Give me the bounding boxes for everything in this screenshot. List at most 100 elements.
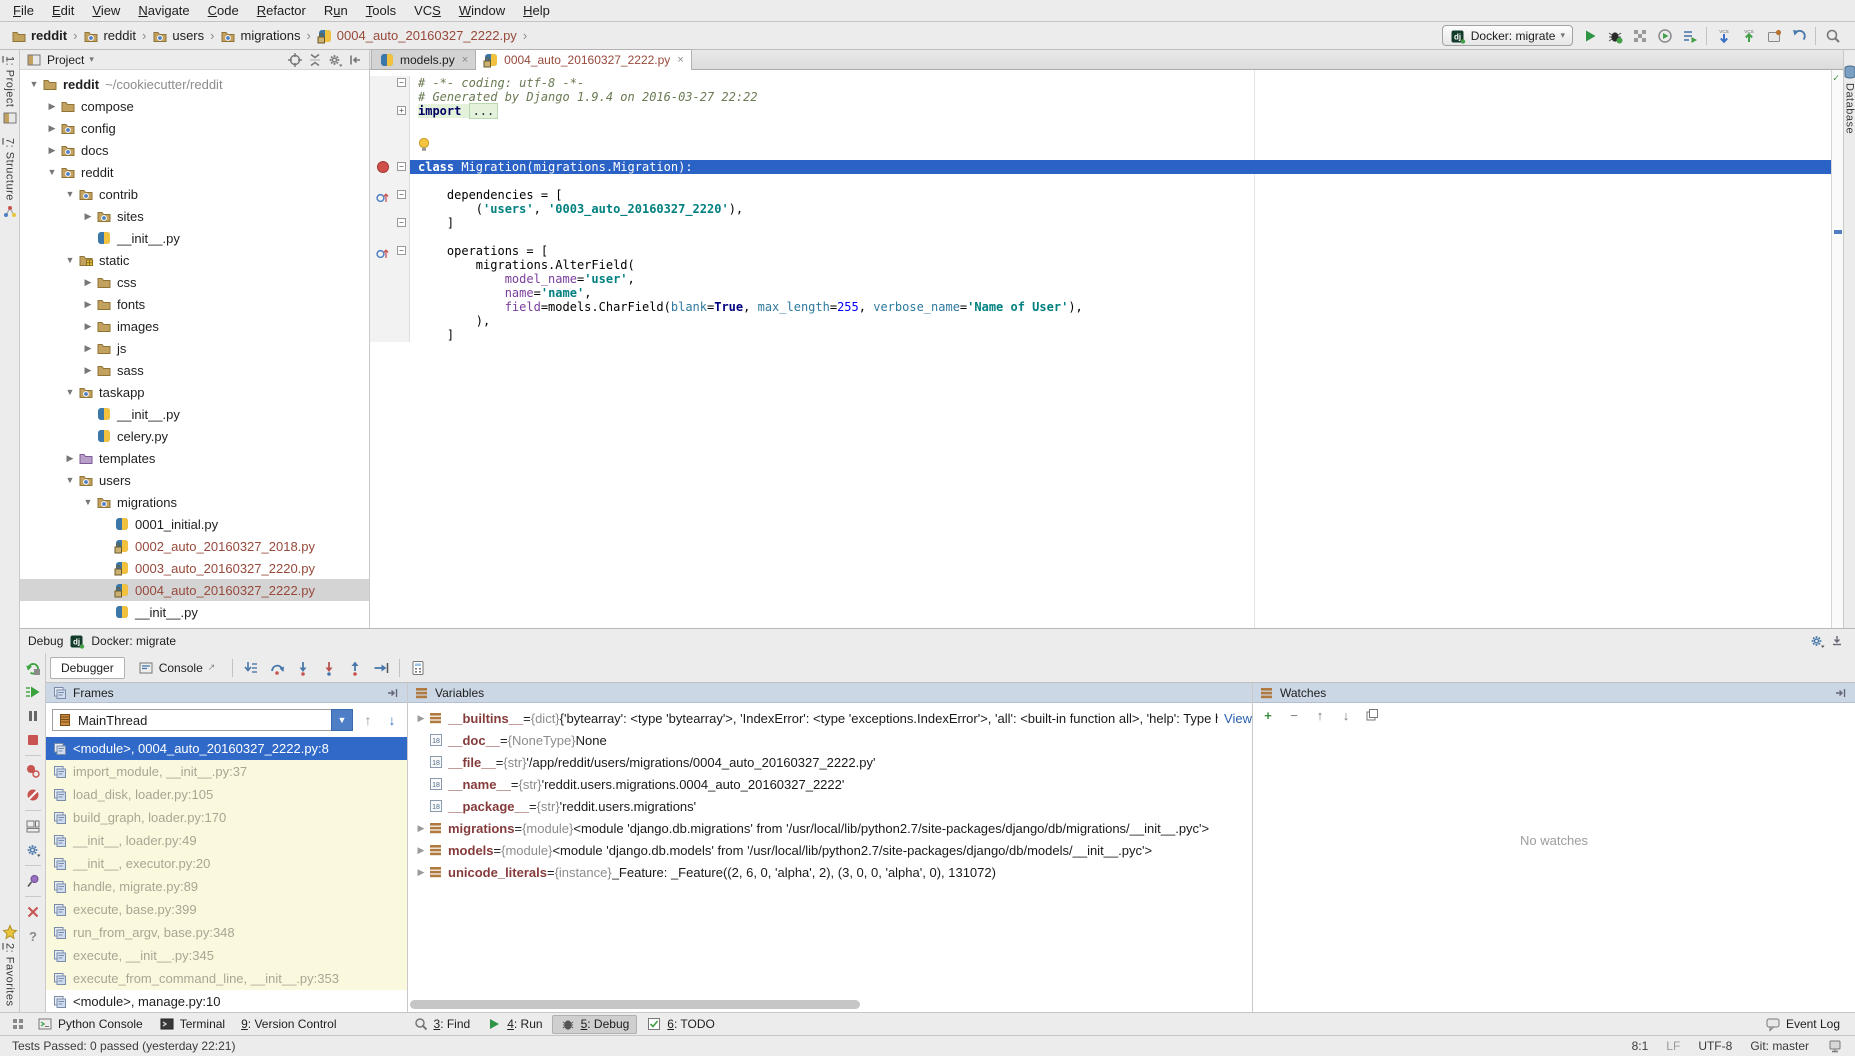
code-line-18[interactable]: ), [370, 314, 1843, 328]
editor-gutter[interactable] [370, 314, 410, 328]
run-configuration-select[interactable]: dj Docker: migrate ▾ [1442, 25, 1573, 46]
thread-selector[interactable]: MainThread ▼ [52, 709, 353, 731]
code-line-8[interactable] [370, 174, 1843, 188]
tree-item-sass[interactable]: ▶sass [20, 359, 369, 381]
pause-button[interactable] [22, 705, 44, 727]
git-branch[interactable]: Git: master [1750, 1039, 1809, 1053]
settings-button[interactable] [22, 839, 44, 861]
vcs-commit-button[interactable]: VCS [1736, 24, 1761, 47]
stack-frame[interactable]: execute, base.py:399 [46, 898, 407, 921]
tree-item-0004-auto-20160327-2222-py[interactable]: 0004_auto_20160327_2222.py [20, 579, 369, 601]
tree-item-templates[interactable]: ▶templates [20, 447, 369, 469]
code-line-10[interactable]: ('users', '0003_auto_20160327_2220'), [370, 202, 1843, 216]
code-line-4[interactable] [370, 118, 1843, 132]
tree-chevron-icon[interactable]: ▼ [62, 387, 78, 397]
code-line-5[interactable] [370, 132, 1843, 146]
settings-button[interactable] [1807, 632, 1827, 650]
search-everywhere-button[interactable] [1820, 24, 1845, 47]
editor-gutter[interactable]: + [370, 104, 410, 118]
editor-gutter[interactable] [370, 146, 410, 160]
stack-frame[interactable]: load_disk, loader.py:105 [46, 783, 407, 806]
code-line-13[interactable]: − operations = [ [370, 244, 1843, 258]
tool-strip-button-1-project[interactable]: 1: Project [2, 50, 18, 132]
stack-frame[interactable]: build_graph, loader.py:170 [46, 806, 407, 829]
tree-chevron-icon[interactable]: ▶ [80, 321, 96, 332]
tree-item-docs[interactable]: ▶docs [20, 139, 369, 161]
debug-tab-debugger[interactable]: Debugger [50, 657, 125, 679]
code-editor[interactable]: −# -*- coding: utf-8 -*-# Generated by D… [370, 70, 1843, 628]
editor-gutter[interactable] [370, 328, 410, 342]
stack-frame[interactable]: execute_from_command_line, __init__.py:3… [46, 967, 407, 990]
stack-frame[interactable]: import_module, __init__.py:37 [46, 760, 407, 783]
tree-item-migrations[interactable]: ▼migrations [20, 491, 369, 513]
editor-gutter[interactable] [370, 272, 410, 286]
vcs-update-button[interactable]: VCS [1711, 24, 1736, 47]
code-line-1[interactable]: −# -*- coding: utf-8 -*- [370, 76, 1843, 90]
editor-tab-models-py[interactable]: models.py× [371, 49, 476, 69]
variable-row-name[interactable]: 18__name__ = {str} 'reddit.users.migrati… [408, 773, 1252, 795]
intention-bulb-icon[interactable] [416, 136, 432, 152]
mute-breakpoints-button[interactable] [22, 784, 44, 806]
breadcrumb-item-reddit[interactable]: reddit [80, 27, 139, 45]
caret-position[interactable]: 8:1 [1632, 1039, 1649, 1053]
move-down-button[interactable]: ↓ [1335, 705, 1357, 725]
code-line-2[interactable]: # Generated by Django 1.9.4 on 2016-03-2… [370, 90, 1843, 104]
step-into-button[interactable] [291, 656, 315, 680]
variable-row-migrations[interactable]: ▶migrations = {module} <module 'django.d… [408, 817, 1252, 839]
run-to-cursor-button[interactable] [369, 656, 393, 680]
close-button[interactable] [22, 901, 44, 923]
tree-item-0002-auto-20160327-2018-py[interactable]: 0002_auto_20160327_2018.py [20, 535, 369, 557]
file-encoding[interactable]: UTF-8 [1698, 1039, 1732, 1053]
view-link[interactable]: View [1224, 711, 1252, 726]
help-button[interactable]: ? [22, 925, 44, 947]
stack-frame[interactable]: execute, __init__.py:345 [46, 944, 407, 967]
tree-chevron-icon[interactable]: ▶ [44, 123, 60, 134]
editor-gutter[interactable]: − [370, 188, 410, 202]
breadcrumb-item-0004-auto-20160327-2222-py[interactable]: 0004_auto_20160327_2222.py [314, 27, 520, 45]
copy-button[interactable] [1361, 705, 1383, 725]
variable-row-unicode-literals[interactable]: ▶unicode_literals = {instance} _Feature:… [408, 861, 1252, 883]
resume-button[interactable] [22, 681, 44, 703]
tree-item-0003-auto-20160327-2220-py[interactable]: 0003_auto_20160327_2220.py [20, 557, 369, 579]
variable-row-models[interactable]: ▶models = {module} <module 'django.db.mo… [408, 839, 1252, 861]
expand-icon[interactable]: ▶ [414, 845, 428, 856]
show-changes-button[interactable] [1761, 24, 1786, 47]
debug-tab-console[interactable]: Console↗ [127, 657, 227, 679]
tree-item-js[interactable]: ▶js [20, 337, 369, 359]
tree-item-celery-py[interactable]: celery.py [20, 425, 369, 447]
menu-item-tools[interactable]: Tools [357, 0, 405, 22]
tree-item-css[interactable]: ▶css [20, 271, 369, 293]
collapse-button[interactable] [305, 51, 325, 69]
tree-chevron-icon[interactable]: ▶ [80, 343, 96, 354]
stack-frame[interactable]: <module>, 0004_auto_20160327_2222.py:8 [46, 737, 407, 760]
tree-item-reddit[interactable]: ▼reddit~/cookiecutter/reddit [20, 73, 369, 95]
toolwindow-button-python-console[interactable]: Python Console [30, 1015, 150, 1034]
toolwindow-button-terminal[interactable]: Terminal [152, 1015, 232, 1034]
toolwindow-button-3-find[interactable]: 3: Find [406, 1015, 478, 1034]
editor-gutter[interactable]: − [370, 160, 410, 174]
code-line-16[interactable]: name='name', [370, 286, 1843, 300]
editor-gutter[interactable]: − [370, 76, 410, 90]
thread-dropdown-button[interactable]: ▼ [331, 709, 353, 731]
tree-chevron-icon[interactable]: ▼ [44, 167, 60, 177]
code-line-11[interactable]: − ] [370, 216, 1843, 230]
stack-frame[interactable]: handle, migrate.py:89 [46, 875, 407, 898]
editor-gutter[interactable] [370, 132, 410, 146]
editor-gutter[interactable] [370, 202, 410, 216]
tree-chevron-icon[interactable]: ▶ [44, 101, 60, 112]
stack-frame[interactable]: <module>, manage.py:10 [46, 990, 407, 1012]
tool-strip-button-7-structure[interactable]: 7: Structure [2, 132, 18, 226]
editor-gutter[interactable]: − [370, 216, 410, 230]
hide-down-button[interactable] [1827, 632, 1847, 650]
editor-gutter[interactable] [370, 230, 410, 244]
step-out-button[interactable] [343, 656, 367, 680]
code-line-14[interactable]: migrations.AlterField( [370, 258, 1843, 272]
editor-tab-0004-auto-20160327-2222-py[interactable]: 0004_auto_20160327_2222.py× [475, 49, 692, 70]
breadcrumb-item-users[interactable]: users [149, 27, 207, 45]
debug-button[interactable] [1602, 24, 1627, 47]
tree-chevron-icon[interactable]: ▶ [44, 145, 60, 156]
toolwindow-button-6-todo[interactable]: 6: TODO [639, 1015, 722, 1034]
tree-chevron-icon[interactable]: ▼ [62, 255, 78, 265]
menu-item-navigate[interactable]: Navigate [129, 0, 198, 22]
tree-item-0001-initial-py[interactable]: 0001_initial.py [20, 513, 369, 535]
